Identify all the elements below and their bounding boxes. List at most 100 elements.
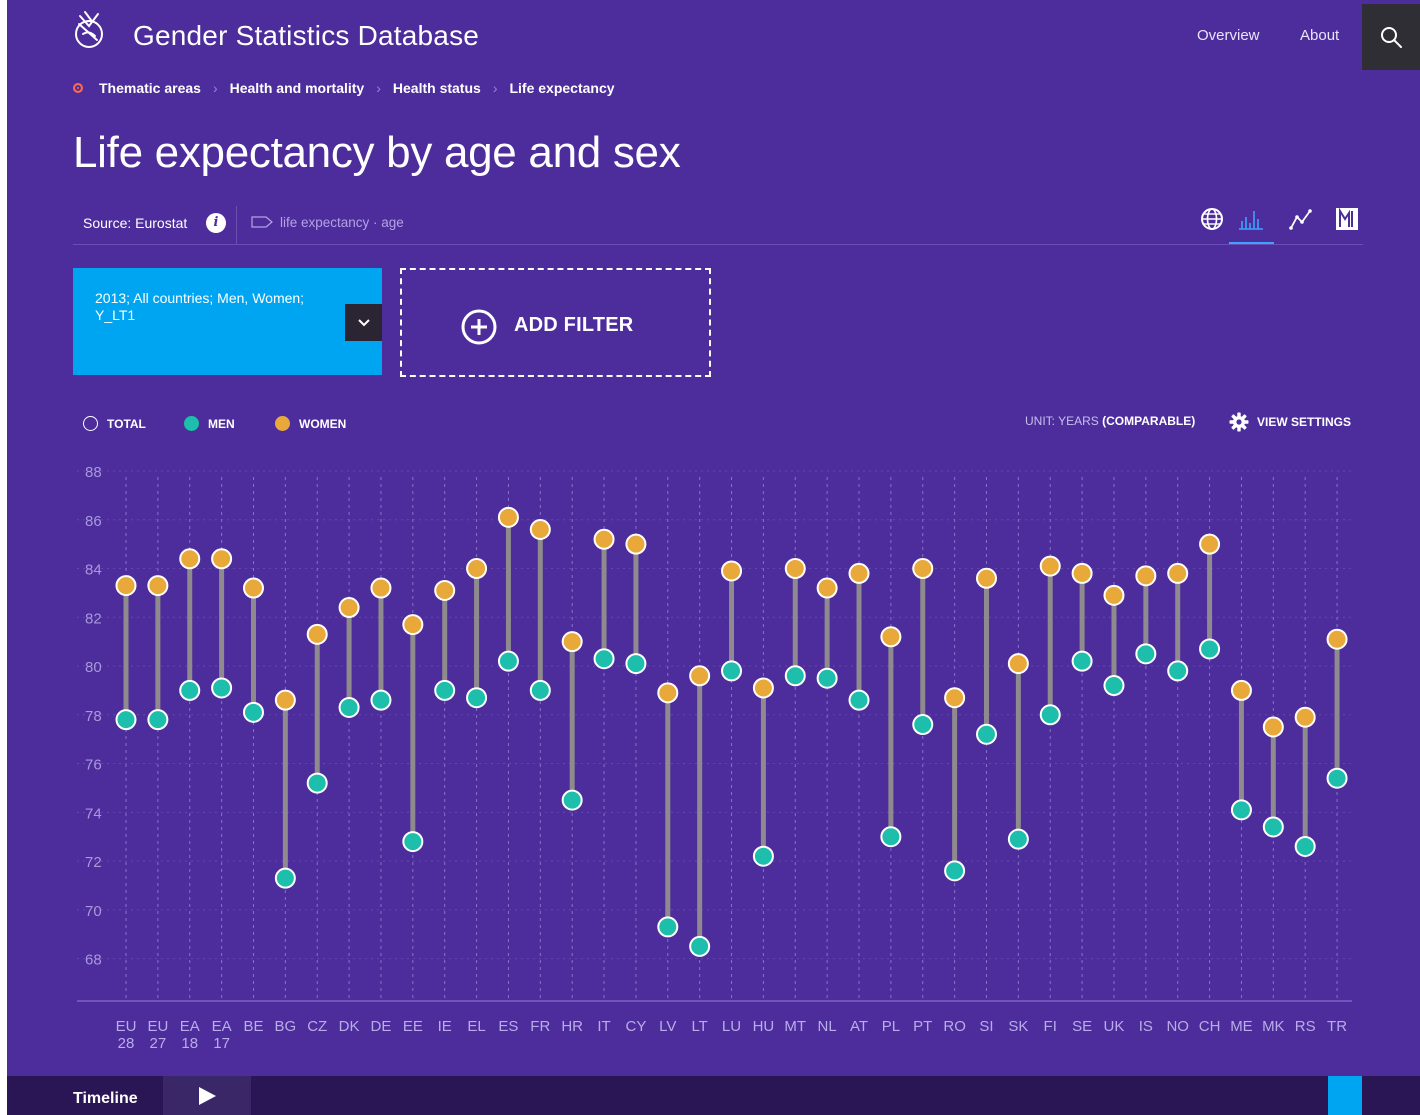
x-tick-label: AT: [850, 1018, 868, 1035]
women-point: [211, 548, 233, 570]
legend-men-swatch: [184, 416, 199, 431]
men-point: [593, 648, 615, 670]
x-tick-label: MK: [1262, 1018, 1285, 1035]
x-tick-label: BG: [275, 1018, 297, 1035]
y-tick-label: 80: [85, 659, 102, 676]
x-tick-label: TR: [1327, 1018, 1347, 1035]
chevron-right-icon: ›: [492, 80, 498, 96]
play-button[interactable]: [163, 1076, 251, 1115]
add-circle-icon: [461, 309, 497, 345]
timeline-label: Timeline: [73, 1090, 138, 1107]
men-point: [561, 789, 583, 811]
legend-women-label: WOMEN: [299, 416, 347, 431]
view-line-chart-button[interactable]: [1287, 206, 1315, 232]
women-point: [402, 614, 424, 636]
add-filter-button[interactable]: ADD FILTER: [400, 268, 711, 377]
breadcrumb: Thematic areas › Health and mortality › …: [73, 80, 615, 96]
men-point: [657, 916, 679, 938]
men-point: [1039, 704, 1061, 726]
women-point: [561, 631, 583, 653]
x-tick-label: EU 27: [147, 1018, 168, 1052]
divider: [236, 206, 237, 244]
view-settings-button[interactable]: VIEW SETTINGS: [1229, 412, 1351, 432]
view-bar-chart-button[interactable]: [1237, 206, 1265, 232]
men-point: [147, 709, 169, 731]
life-expectancy-chart: 68 70 72 74 76 78 80 82 84 86 88 EU 28 EU 27 EA 18 EA 17 BE…: [77, 464, 1352, 1052]
add-filter-label: ADD FILTER: [514, 314, 634, 336]
x-tick-label: IE: [438, 1018, 452, 1035]
nav-about[interactable]: About: [1300, 27, 1339, 44]
men-point: [370, 689, 392, 711]
men-point: [466, 687, 488, 709]
men-point: [402, 831, 424, 853]
men-point: [1167, 660, 1189, 682]
x-tick-label: SE: [1072, 1018, 1092, 1035]
legend-men[interactable]: MEN: [184, 416, 235, 431]
women-point: [1007, 653, 1029, 675]
breadcrumb-thematic-areas[interactable]: Thematic areas: [99, 80, 201, 96]
info-icon[interactable]: i: [206, 213, 226, 233]
search-button[interactable]: [1362, 4, 1420, 70]
men-point: [848, 689, 870, 711]
legend-women[interactable]: WOMEN: [275, 416, 346, 431]
y-tick-label: 86: [85, 513, 102, 530]
women-point: [1167, 562, 1189, 584]
women-point: [466, 558, 488, 580]
x-tick-label: LU: [722, 1018, 741, 1035]
source-tags[interactable]: life expectancy · age: [280, 215, 404, 230]
women-point: [625, 533, 647, 555]
view-settings-label: VIEW SETTINGS: [1257, 415, 1352, 429]
women-point: [529, 519, 551, 541]
filter-selector[interactable]: 2013; All countries; Men, Women; Y_LT1: [73, 268, 382, 375]
unit-label: UNIT: YEARS (COMPARABLE): [1025, 414, 1195, 428]
legend-total[interactable]: TOTAL: [83, 416, 146, 431]
view-map-button[interactable]: [1198, 206, 1226, 232]
x-tick-label: EE: [403, 1018, 423, 1035]
breadcrumb-life-expectancy[interactable]: Life expectancy: [509, 80, 614, 96]
women-point: [1103, 584, 1125, 606]
filter-dropdown-button[interactable]: [345, 304, 382, 341]
chevron-right-icon: ›: [376, 80, 381, 96]
tag-icon: [251, 216, 273, 228]
x-tick-label: BE: [243, 1018, 263, 1035]
y-tick-label: 78: [85, 708, 102, 725]
nav-overview[interactable]: Overview: [1197, 27, 1260, 44]
x-tick-label: EA 17: [212, 1018, 232, 1052]
men-point: [752, 845, 774, 867]
timeline-slider-handle[interactable]: [1328, 1076, 1362, 1115]
x-tick-label: FI: [1044, 1018, 1057, 1035]
women-point: [1294, 706, 1316, 728]
globe-icon: [1201, 208, 1223, 230]
breadcrumb-health-mortality[interactable]: Health and mortality: [230, 80, 365, 96]
x-tick-label: EU 28: [116, 1018, 137, 1052]
chevron-right-icon: ›: [212, 80, 218, 96]
play-icon: [199, 1086, 216, 1105]
men-point: [274, 867, 296, 889]
women-point: [370, 577, 392, 599]
men-point: [529, 679, 551, 701]
timeline-bar: Timeline: [7, 1076, 1420, 1115]
men-point: [497, 650, 519, 672]
app-title[interactable]: Gender Statistics Database: [133, 20, 479, 52]
y-tick-label: 82: [85, 610, 102, 627]
women-point: [147, 575, 169, 597]
unit-value: (COMPARABLE): [1102, 414, 1196, 428]
table-icon: [1336, 207, 1358, 230]
x-tick-label: PL: [882, 1018, 900, 1035]
gear-icon: [1229, 412, 1249, 432]
x-tick-label: IT: [597, 1018, 610, 1035]
line-chart-icon: [1289, 209, 1312, 230]
breadcrumb-health-status[interactable]: Health status: [393, 80, 481, 96]
women-point: [1071, 562, 1093, 584]
view-table-button[interactable]: [1333, 206, 1361, 232]
women-point: [912, 558, 934, 580]
men-point: [689, 935, 711, 957]
x-tick-label: HU: [753, 1018, 775, 1035]
legend-total-label: TOTAL: [107, 416, 146, 431]
women-point: [1199, 533, 1221, 555]
logo-icon[interactable]: [71, 10, 107, 50]
x-tick-label: PT: [913, 1018, 932, 1035]
breadcrumb-dot-icon: [73, 83, 83, 93]
x-tick-label: LV: [659, 1018, 676, 1035]
women-point: [784, 558, 806, 580]
